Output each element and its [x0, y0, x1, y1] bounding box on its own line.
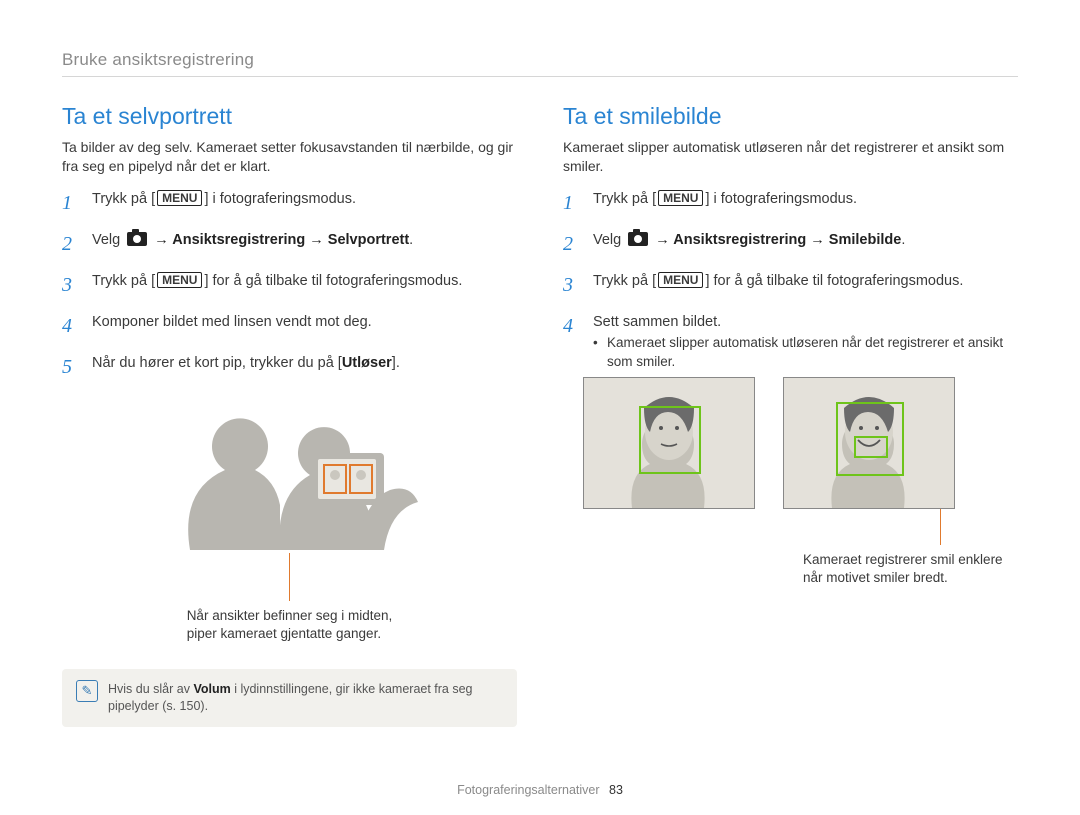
step-text: ].: [392, 355, 400, 371]
step-text: Trykk på [: [593, 273, 656, 289]
menu-button-icon: MENU: [157, 272, 202, 288]
step-3-left: 3 Trykk på [MENU] for å gå tilbake til f…: [62, 272, 517, 299]
step-text: Sett sammen bildet.: [593, 314, 721, 330]
menu-button-icon: MENU: [658, 190, 703, 206]
camera-icon: [628, 232, 648, 246]
menu-button-icon: MENU: [157, 190, 202, 206]
menu-button-icon: MENU: [658, 272, 703, 288]
step-text: Velg: [593, 232, 625, 248]
step-1-right: 1 Trykk på [MENU] i fotograferingsmodus.: [563, 190, 1018, 217]
heading-selvportrett: Ta et selvportrett: [62, 103, 517, 130]
intro-left: Ta bilder av deg selv. Kameraet setter f…: [62, 138, 517, 176]
note-icon: ✎: [76, 680, 98, 702]
breadcrumb: Bruke ansiktsregistrering: [62, 50, 1018, 77]
callout-line: [940, 505, 941, 545]
step-number: 3: [563, 272, 585, 299]
step-2-left: 2 Velg → Ansiktsregistrering → Selvportr…: [62, 231, 517, 258]
step-1-left: 1 Trykk på [MENU] i fotograferingsmodus.: [62, 190, 517, 217]
step-number: 1: [563, 190, 585, 217]
detect-box-green: [639, 406, 701, 474]
step-5-left: 5 Når du hører et kort pip, trykker du p…: [62, 354, 517, 381]
step-text: Komponer bildet med linsen vendt mot deg…: [92, 313, 372, 333]
step-number: 2: [563, 231, 585, 258]
right-column: Ta et smilebilde Kameraet slipper automa…: [563, 103, 1018, 727]
step-bold: → Ansiktsregistrering → Selvportrett: [150, 232, 409, 248]
step-bold: Utløser: [342, 355, 392, 371]
step-4-right: 4 Sett sammen bildet. Kameraet slipper a…: [563, 313, 1018, 371]
step-number: 3: [62, 272, 84, 299]
camera-icon: [127, 232, 147, 246]
step-text: Trykk på [: [92, 191, 155, 207]
step-text: Trykk på [: [92, 273, 155, 289]
note-text: Hvis du slår av Volum i lydinnstillingen…: [108, 681, 503, 715]
note-box: ✎ Hvis du slår av Volum i lydinnstilling…: [62, 669, 517, 727]
step-number: 4: [563, 313, 585, 340]
detect-mouth-box: [854, 436, 888, 458]
callout-line: [289, 553, 290, 601]
step-text: ] for å gå tilbake til fotograferingsmod…: [204, 273, 462, 289]
smile-detection-illustration: [583, 377, 1018, 509]
step-number: 2: [62, 231, 84, 258]
smile-callout-text: Kameraet registrerer smil enklere når mo…: [803, 551, 1033, 587]
step-text: Når du hører et kort pip, trykker du på …: [92, 355, 342, 371]
step-bold: → Ansiktsregistrering → Smilebilde: [651, 232, 901, 248]
illustration-selfportrait: Når ansikter befinner seg i midten, pipe…: [62, 395, 517, 643]
step-text: ] i fotograferingsmodus.: [204, 191, 356, 207]
page-number: 83: [609, 783, 623, 797]
step-number: 4: [62, 313, 84, 340]
step-number: 1: [62, 190, 84, 217]
footer-label: Fotograferingsalternativer: [457, 783, 599, 797]
step-text: Velg: [92, 232, 124, 248]
step-3-right: 3 Trykk på [MENU] for å gå tilbake til f…: [563, 272, 1018, 299]
step-text: Trykk på [: [593, 191, 656, 207]
step-4-bullet: Kameraet slipper automatisk utløseren nå…: [593, 334, 1018, 370]
step-text: ] i fotograferingsmodus.: [705, 191, 857, 207]
heading-smilebilde: Ta et smilebilde: [563, 103, 1018, 130]
step-number: 5: [62, 354, 84, 381]
intro-right: Kameraet slipper automatisk utløseren nå…: [563, 138, 1018, 176]
page-footer: Fotograferingsalternativer 83: [0, 783, 1080, 797]
face-frame-smile: [783, 377, 955, 509]
callout-selfportrait: Når ansikter befinner seg i midten, pipe…: [187, 607, 393, 643]
step-4-left: 4 Komponer bildet med linsen vendt mot d…: [62, 313, 517, 340]
step-text: ] for å gå tilbake til fotograferingsmod…: [705, 273, 963, 289]
step-2-right: 2 Velg → Ansiktsregistrering → Smilebild…: [563, 231, 1018, 258]
left-column: Ta et selvportrett Ta bilder av deg selv…: [62, 103, 517, 727]
face-frame-neutral: [583, 377, 755, 509]
smile-callout: [863, 507, 1018, 545]
